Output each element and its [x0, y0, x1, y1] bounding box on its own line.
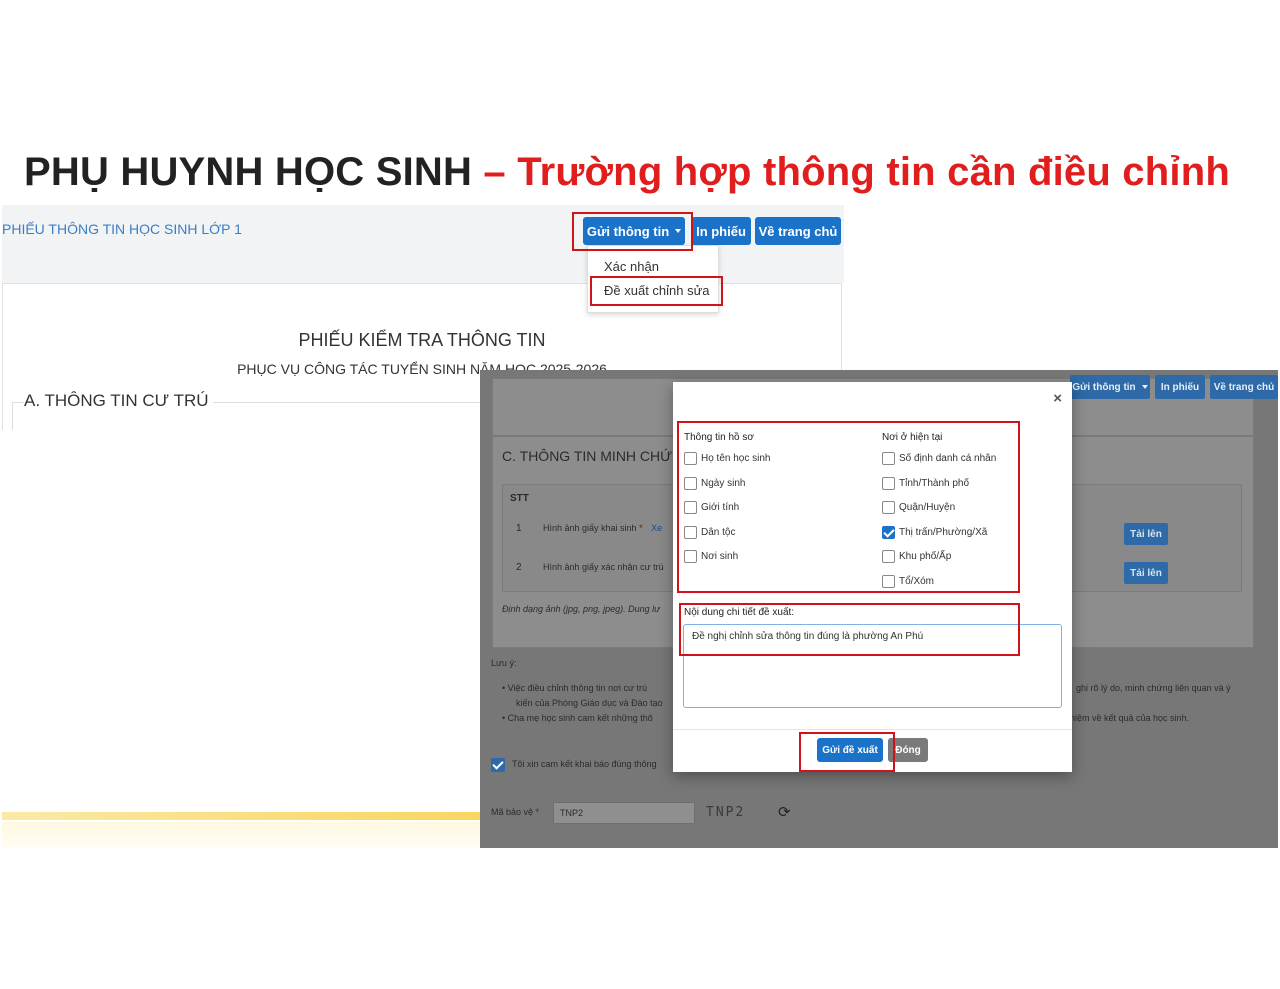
slide-title: PHỤ HUYNH HỌC SINH – Trường hợp thông ti…: [24, 150, 1230, 195]
note-label: Lưu ý:: [491, 658, 517, 668]
note-bullet-1-cont: ghi rõ lý do, minh chứng liên quan và ý: [1076, 683, 1231, 693]
caret-down-icon: [1141, 385, 1148, 389]
slide-title-dash: –: [483, 150, 506, 194]
slide-title-subtitle: Trường hợp thông tin cần điều chỉnh: [517, 150, 1230, 194]
section-c-title: C. THÔNG TIN MINH CHỨ: [502, 448, 673, 464]
note-bullet-1-text: Việc điều chỉnh thông tin nơi cư trú: [507, 683, 647, 693]
highlight-checklists: [677, 421, 1020, 593]
highlight-detail: [679, 603, 1020, 656]
print-button-dimmed[interactable]: In phiếu: [1155, 375, 1205, 399]
highlight-submit: [799, 732, 895, 772]
commit-text: Tôi xin cam kết khai báo đúng thông: [512, 759, 657, 769]
modal-footer-divider: [673, 729, 1072, 730]
print-button[interactable]: In phiếu: [691, 217, 751, 245]
row-2-upload-button[interactable]: Tải lên: [1124, 562, 1168, 584]
captcha-label-text: Mã bảo vệ: [491, 807, 534, 817]
captcha-required: *: [535, 807, 540, 817]
decorative-band-fade: [2, 822, 480, 848]
captcha-input-value: TNP2: [560, 808, 584, 818]
table-header-stt: STT: [510, 493, 529, 504]
captcha-label: Mã bảo vệ *: [491, 807, 539, 817]
note-bullet-1-line2: kiến của Phòng Giáo dục và Đào tạo: [516, 698, 663, 708]
highlight-propose-edit: [590, 276, 723, 306]
section-border-left: [12, 402, 13, 430]
format-note: Định dạng ảnh (jpg, png, jpeg). Dung lư: [502, 604, 660, 614]
row-1-stt: 1: [516, 523, 522, 534]
row-2-stt: 2: [516, 562, 522, 573]
refresh-icon[interactable]: ⟳: [778, 803, 791, 821]
note-bullet-1: • Việc điều chỉnh thông tin nơi cư trú: [502, 683, 647, 693]
slide-title-main: PHỤ HUYNH HỌC SINH: [24, 150, 473, 194]
row-2-label: Hình ảnh giấy xác nhận cư trú: [543, 562, 664, 572]
decorative-band: [2, 812, 480, 820]
note-bullet-2-text: Cha mẹ học sinh cam kết những thô: [507, 713, 653, 723]
breadcrumb: PHIẾU THÔNG TIN HỌC SINH LỚP 1: [2, 221, 242, 237]
note-bullet-2-cont: hiệm về kết quả của học sinh.: [1070, 713, 1190, 723]
home-button-dimmed[interactable]: Về trang chủ: [1210, 375, 1278, 399]
highlight-send-info: [572, 212, 693, 251]
row-1-upload-button[interactable]: Tải lên: [1124, 523, 1168, 545]
row-1-label: Hình ảnh giấy khai sinh * Xe: [543, 523, 662, 533]
send-info-button-dimmed[interactable]: Gửi thông tin: [1070, 375, 1150, 399]
send-info-label-dimmed: Gửi thông tin: [1072, 381, 1136, 393]
row-1-required: *: [639, 523, 643, 533]
section-a-title: A. THÔNG TIN CƯ TRÚ: [24, 391, 213, 411]
form-title: PHIẾU KIỂM TRA THÔNG TIN: [298, 330, 546, 350]
close-icon[interactable]: ×: [1053, 390, 1062, 407]
menu-item-confirm[interactable]: Xác nhận: [604, 259, 659, 274]
note-bullet-2: • Cha mẹ học sinh cam kết những thô: [502, 713, 653, 723]
commit-checkbox[interactable]: [491, 758, 505, 772]
row-1-view-link[interactable]: Xe: [651, 523, 662, 533]
home-button[interactable]: Về trang chủ: [755, 217, 841, 245]
captcha-image: TNP2: [706, 805, 746, 820]
row-1-label-text: Hình ảnh giấy khai sinh: [543, 523, 637, 533]
